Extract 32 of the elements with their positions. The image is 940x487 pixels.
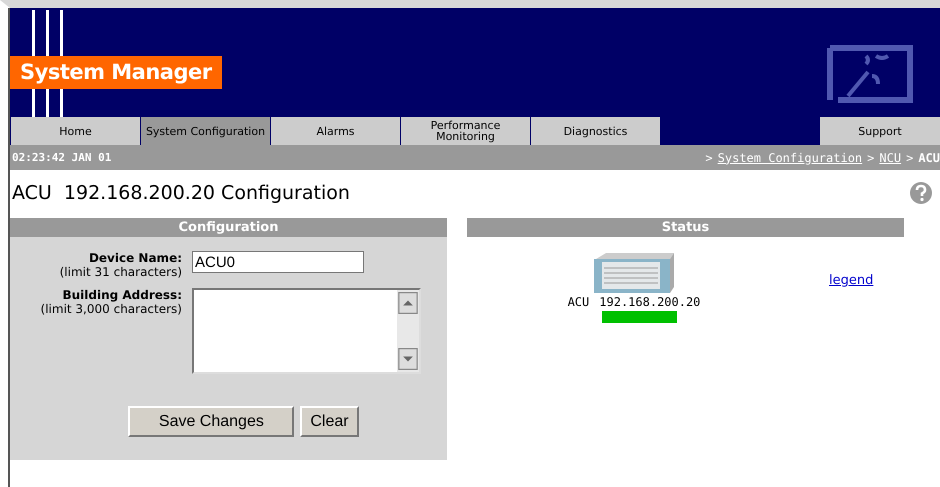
- field-hint: (limit 31 characters): [60, 265, 182, 279]
- breadcrumb-separator: >: [867, 150, 874, 164]
- breadcrumb-current: ACU: [918, 150, 940, 164]
- app-title: System Manager: [10, 56, 222, 89]
- form-button[interactable]: Save Changes: [128, 406, 294, 437]
- breadcrumb-separator: >: [906, 150, 914, 164]
- help-icon[interactable]: [910, 182, 932, 204]
- legend-link[interactable]: legend: [829, 273, 874, 289]
- field-hint: (limit 3,000 characters): [40, 302, 182, 316]
- building-address-field[interactable]: [192, 288, 421, 374]
- nav-tab[interactable]: Home: [10, 117, 140, 145]
- nav-tab[interactable]: Alarms: [270, 117, 400, 145]
- network-tool-icon: [826, 42, 914, 104]
- device-name: ACU: [568, 295, 590, 309]
- panel-heading: Status: [467, 218, 904, 237]
- form-button[interactable]: Clear: [300, 406, 359, 437]
- device-chassis-icon[interactable]: [592, 251, 676, 295]
- nav-tab[interactable]: Performance Monitoring: [400, 117, 530, 145]
- scroll-down-icon[interactable]: [398, 348, 418, 370]
- page-title: ACU 192.168.200.20 Configuration: [12, 182, 350, 204]
- field-label: Building Address:: [62, 288, 182, 302]
- panel-heading: Configuration: [10, 218, 447, 237]
- nav-tab[interactable]: Diagnostics: [530, 117, 660, 145]
- clock-text: 02:23:42 JAN 01: [11, 151, 112, 164]
- scrollbar[interactable]: [397, 290, 419, 372]
- scroll-up-icon[interactable]: [398, 292, 418, 314]
- breadcrumb-separator: >: [705, 150, 713, 164]
- field-label: Device Name:: [88, 251, 182, 265]
- nav-tab[interactable]: System Configuration: [140, 117, 270, 145]
- nav-tab[interactable]: Support: [819, 117, 940, 145]
- device-name-field[interactable]: ACU0: [192, 251, 364, 273]
- device-address: 192.168.200.20: [599, 295, 700, 309]
